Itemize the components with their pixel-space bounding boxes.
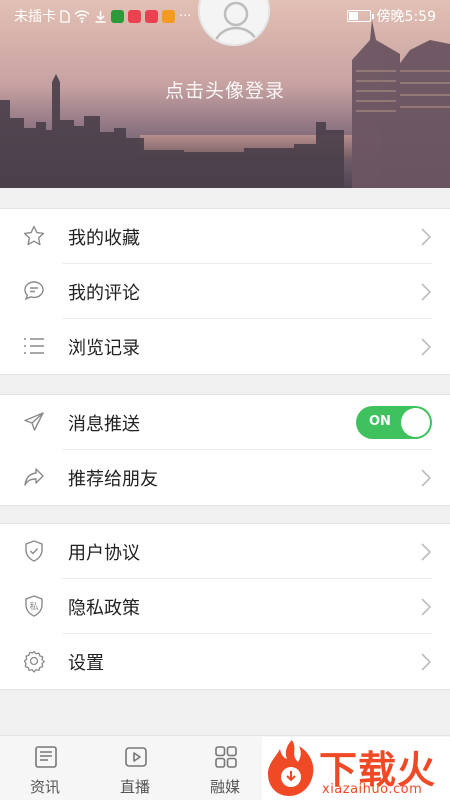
menu-item-agreement[interactable]: 用户协议 [0,524,450,579]
menu-item-label: 设置 [68,652,104,674]
tab-live[interactable]: 直播 [90,736,180,800]
chevron-right-icon [421,653,432,671]
share-icon [24,468,44,486]
wifi-icon [74,9,90,23]
app-notification-icon [111,9,124,23]
privacy-icon-glyph: 私 [29,602,38,613]
toggle-knob [401,408,430,437]
gear-icon [23,650,45,673]
app-notification-icon [128,9,141,23]
tab-label: 直播 [119,778,150,796]
app-notification-icon [145,9,158,23]
menu-item-push: 消息推送 ON [0,395,450,450]
send-icon [24,412,44,431]
menu-item-privacy[interactable]: 私 隐私政策 [0,579,450,634]
watermark-logo: 下载火 xiazaihuo.com [262,737,450,800]
menu-item-label: 推荐给朋友 [68,468,158,490]
shield-private-icon: 私 [25,595,43,617]
chevron-right-icon [421,598,432,616]
toggle-state-label: ON [369,414,391,429]
menu-group-about: 用户协议 私 隐私政策 设置 [0,523,450,690]
comment-icon [24,281,44,301]
menu-item-recommend[interactable]: 推荐给朋友 [0,450,450,505]
battery-icon [346,10,374,22]
chevron-right-icon [421,228,432,246]
menu-item-favorites[interactable]: 我的收藏 [0,209,450,264]
chevron-right-icon [421,338,432,356]
menu-item-label: 我的评论 [68,282,140,304]
menu-item-label: 浏览记录 [68,337,140,359]
chevron-right-icon [421,469,432,487]
menu-item-label: 消息推送 [68,413,140,435]
news-icon [35,746,57,768]
menu-group-personal: 我的收藏 我的评论 浏览记录 [0,208,450,375]
tab-label: 资讯 [29,778,60,796]
live-icon [125,747,147,767]
carrier-text: 未插卡 [14,9,56,25]
menu-item-history[interactable]: 浏览记录 [0,319,450,374]
profile-header: 未插卡 ··· 傍晚5:59 点击头像登录 [0,0,450,188]
tab-label: 融媒 [209,778,240,796]
star-icon [23,225,45,246]
shield-check-icon [25,540,43,562]
menu-item-settings[interactable]: 设置 [0,634,450,689]
watermark-url: xiazaihuo.com [322,782,423,797]
more-notifications-icon: ··· [179,8,192,24]
download-icon [95,10,106,23]
menu-item-comments[interactable]: 我的评论 [0,264,450,319]
video-app-icon [162,9,175,23]
chevron-right-icon [421,283,432,301]
clock-text: 傍晚5:59 [376,9,436,25]
list-icon [24,338,44,354]
push-toggle[interactable]: ON [356,406,432,439]
tab-news[interactable]: 资讯 [0,736,90,800]
tab-media[interactable]: 融媒 [180,736,270,800]
menu-item-label: 我的收藏 [68,227,140,249]
menu-item-label: 隐私政策 [68,597,140,619]
sim-icon [60,9,70,23]
menu-group-notifications: 消息推送 ON 推荐给朋友 [0,394,450,506]
flame-logo-icon [268,740,314,796]
login-prompt[interactable]: 点击头像登录 [0,76,450,103]
chevron-right-icon [421,543,432,561]
menu-item-label: 用户协议 [68,542,140,564]
grid-icon [215,746,237,768]
